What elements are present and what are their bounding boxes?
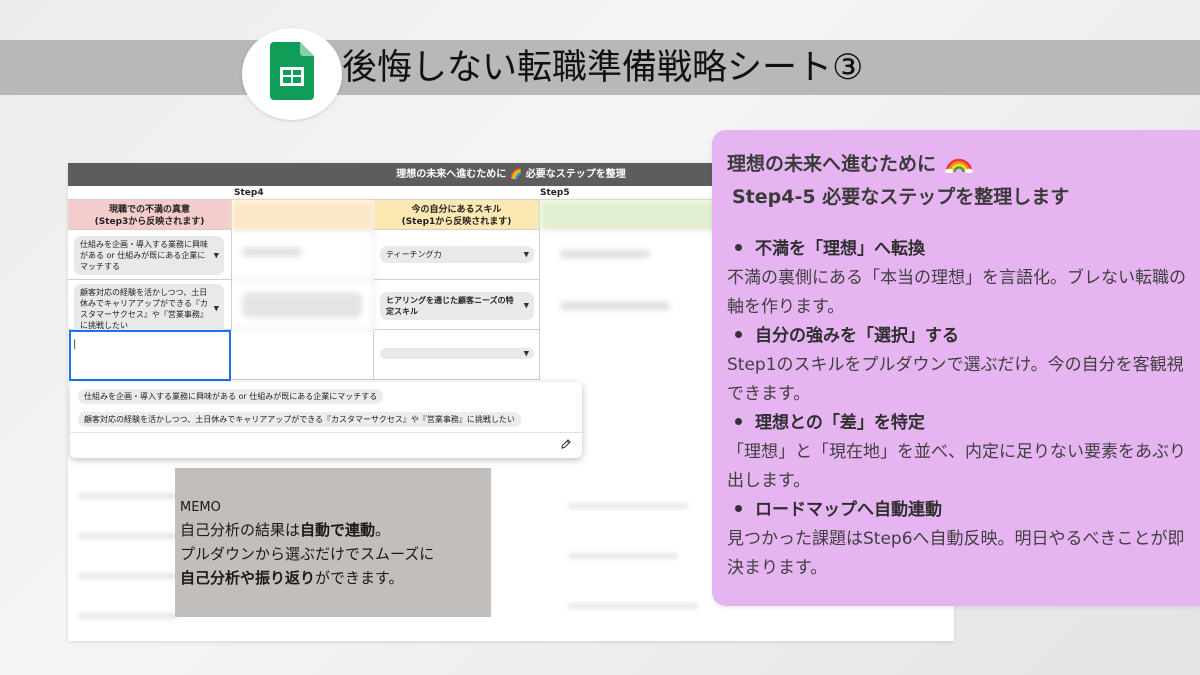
bullet-dot [735, 331, 742, 338]
memo-title: MEMO [180, 500, 221, 515]
dropdown-option[interactable]: 仕組みを企画・導入する業務に興味がある or 仕組みが既にある企業にマッチする [78, 389, 384, 404]
explanation-panel: 理想の未来へ進むために Step4-5 必要なステップを整理します 不満を「理想… [712, 130, 1200, 606]
bullet-body: 不満の裏側にある「本当の理想」を言語化。ブレない転職の軸を作ります。 [727, 268, 1186, 317]
bullet-title-text: ロードマップへ自動連動 [755, 500, 942, 520]
col-header-step5 [540, 200, 740, 230]
google-sheets-icon [270, 42, 314, 100]
skill-dropdown[interactable]: ヒアリングを通じた顧客ニーズの特定スキル ▼ [380, 292, 534, 320]
memo-box: MEMO 自己分析の結果は自動で連動。 プルダウンから選ぶだけでスムーズに 自己… [175, 468, 491, 617]
bullet-title: 理想との「差」を特定 [727, 408, 1200, 438]
col-header-skills: 今の自分にあるスキル (Step1から反映されます) [374, 200, 540, 230]
table-row: ヒアリングを通じた顧客ニーズの特定スキル ▼ [374, 280, 540, 330]
skill-dropdown[interactable]: ティーチング力 ▼ [380, 246, 534, 263]
memo-text: 自己分析の結果は [180, 521, 301, 539]
memo-emphasis: 自己分析や振り返り [180, 569, 316, 587]
chip-text: 仕組みを企画・導入する業務に興味がある or 仕組みが既にある企業にマッチする [80, 240, 208, 271]
chip-text: ティーチング力 [386, 250, 442, 259]
bullet-body: Step1のスキルをプルダウンで選ぶだけ。今の自分を客観視できます。 [727, 355, 1184, 404]
rainbow-icon [944, 158, 973, 173]
memo-emphasis: 自動で連動 [300, 521, 376, 539]
page-title: 後悔しない転職準備戦略シート③ [342, 48, 864, 88]
text-cursor: | [73, 339, 77, 350]
chevron-down-icon: ▼ [523, 349, 529, 357]
blurred-cell [232, 230, 374, 280]
blurred-cell [232, 280, 374, 330]
bullet-body: 「理想」と「現在地」を並べ、内定に足りない要素をあぶり出します。 [727, 442, 1186, 491]
dissatisfaction-dropdown[interactable]: 顧客対応の経験を活かしつつ、土日休みでキャリアアップができる『カスタマーサクセス… [74, 284, 224, 334]
bullet-dot [735, 418, 742, 425]
bullet-title: ロードマップへ自動連動 [727, 495, 1200, 525]
step5-label: Step5 [540, 188, 570, 198]
table-row: ▼ [374, 330, 540, 380]
active-cell-input[interactable]: | [69, 330, 231, 381]
skill-dropdown-empty[interactable]: ▼ [380, 348, 534, 359]
bullet-title-text: 理想との「差」を特定 [755, 413, 925, 433]
dissatisfaction-dropdown[interactable]: 仕組みを企画・導入する業務に興味がある or 仕組みが既にある企業にマッチする … [74, 236, 224, 275]
memo-line: 自己分析の結果は自動で連動。 [180, 518, 491, 542]
col-header-dissatisfaction: 現職での不満の真意 (Step3から反映されます) [68, 200, 232, 230]
panel-subheading: Step4-5 必要なステップを整理します [732, 186, 1070, 208]
bullet-dot [735, 505, 742, 512]
memo-line: プルダウンから選ぶだけでスムーズに [180, 545, 435, 563]
memo-line: 自己分析や振り返りができます。 [180, 566, 491, 590]
dropdown-menu: 仕組みを企画・導入する業務に興味がある or 仕組みが既にある企業にマッチする … [70, 382, 582, 458]
empty-cell [232, 330, 374, 380]
memo-text: 。 [375, 521, 391, 539]
bullet-body: 見つかった課題はStep6へ自動反映。明日やるべきことが即決まります。 [727, 529, 1185, 578]
pencil-icon[interactable] [560, 438, 572, 450]
dropdown-option[interactable]: 顧客対応の経験を活かしつつ、土日休みでキャリアアップができる『カスタマーサクセス… [78, 412, 521, 427]
memo-text: ができます。 [315, 569, 404, 587]
step4-label: Step4 [234, 188, 264, 198]
table-row: 仕組みを企画・導入する業務に興味がある or 仕組みが既にある企業にマッチする … [68, 230, 232, 280]
chevron-down-icon: ▼ [213, 251, 219, 259]
bullet-title: 自分の強みを「選択」する [727, 321, 1200, 351]
col-header-hidden [232, 200, 374, 230]
chip-text: 顧客対応の経験を活かしつつ、土日休みでキャリアアップができる『カスタマーサクセス… [80, 288, 208, 330]
panel-heading-text: 理想の未来へ進むために [727, 153, 937, 175]
bullet-title-text: 自分の強みを「選択」する [755, 326, 959, 346]
chevron-down-icon: ▼ [523, 301, 529, 310]
bullet-title-text: 不満を「理想」へ転換 [755, 239, 925, 259]
chip-text: ヒアリングを通じた顧客ニーズの特定スキル [386, 296, 514, 316]
panel-heading: 理想の未来へ進むために [727, 148, 1200, 181]
chevron-down-icon: ▼ [213, 304, 219, 313]
table-row: ティーチング力 ▼ [374, 230, 540, 280]
chevron-down-icon: ▼ [523, 250, 529, 258]
bullet-dot [735, 244, 742, 251]
bullet-title: 不満を「理想」へ転換 [727, 234, 1200, 264]
table-row: 顧客対応の経験を活かしつつ、土日休みでキャリアアップができる『カスタマーサクセス… [68, 280, 232, 334]
